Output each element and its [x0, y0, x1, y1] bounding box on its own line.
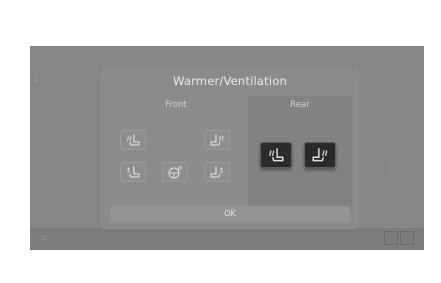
dialog-title: Warmer/Ventilation	[172, 74, 287, 88]
rear-label: Rear	[290, 100, 310, 110]
steering-wheel-heat-button[interactable]	[162, 162, 188, 182]
rear-left-seat-heat-button[interactable]	[260, 142, 292, 168]
front-left-seat-heat-button[interactable]	[120, 130, 146, 150]
rear-right-seat-heat-button[interactable]	[304, 142, 336, 168]
display-screen: ◂ ≡ Warmer/Ventilation Front Rear OK	[30, 46, 424, 250]
seat-heat-icon	[210, 134, 224, 146]
front-section: Front	[106, 96, 246, 212]
seat-heat-icon	[127, 134, 140, 146]
seat-vent-icon	[127, 166, 140, 178]
menu-icon: ≡	[40, 233, 49, 244]
front-label: Front	[165, 100, 187, 110]
steering-wheel-heat-icon	[168, 165, 182, 179]
ok-button[interactable]: OK	[110, 206, 350, 222]
background-icon	[390, 156, 414, 180]
seat-heat-icon	[269, 148, 284, 162]
seat-vent-icon	[210, 166, 223, 178]
background-square-icon	[400, 231, 414, 245]
front-left-seat-vent-button[interactable]	[120, 162, 146, 182]
background-bottom-bar: ≡	[30, 228, 424, 250]
front-right-seat-vent-button[interactable]	[204, 162, 230, 182]
warmer-ventilation-dialog: Warmer/Ventilation Front Rear OK	[102, 70, 358, 228]
background-glyph: ◂	[34, 76, 39, 86]
front-right-seat-heat-button[interactable]	[204, 130, 230, 150]
rear-section: Rear	[248, 96, 352, 212]
background-square-icon	[384, 231, 398, 245]
seat-heat-icon	[312, 148, 328, 162]
